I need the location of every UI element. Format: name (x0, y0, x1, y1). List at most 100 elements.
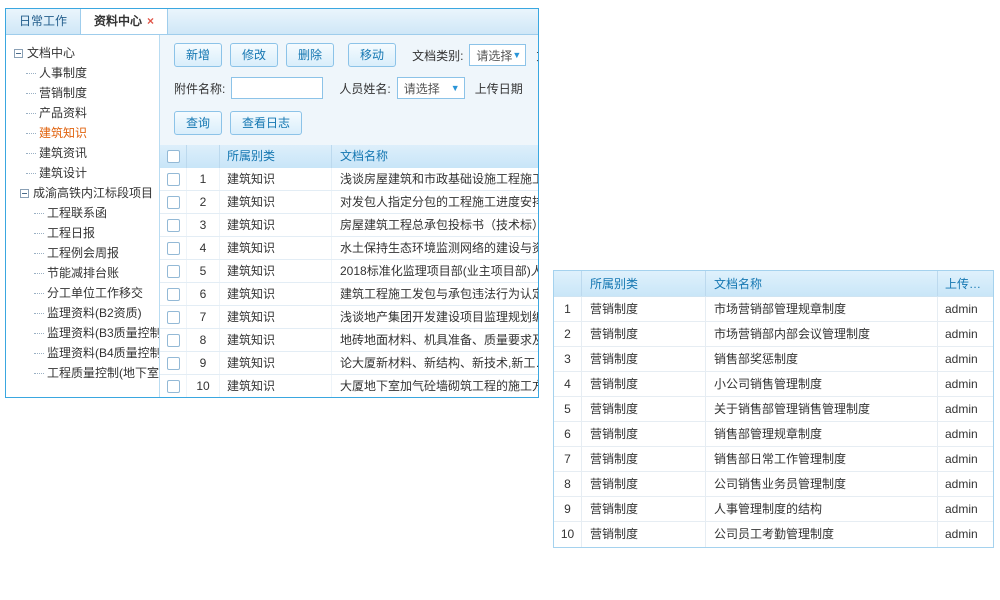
tree-node-supervision-b4[interactable]: 监理资料(B4质量控制) (14, 343, 159, 363)
tree-node-marketing-policy[interactable]: 营销制度 (14, 83, 159, 103)
tree-node-daily-report[interactable]: 工程日报 (14, 223, 159, 243)
row-number: 2 (554, 322, 582, 346)
table-row[interactable]: 5 营销制度 关于销售部管理销售管理制度 admin (554, 397, 993, 422)
document-tree: 文档中心 人事制度 营销制度 产品资料 建筑知识 建筑资讯 建筑设计 成渝高铁内… (6, 35, 160, 397)
tree-node-building-knowledge[interactable]: 建筑知识 (14, 123, 159, 143)
tree-node-project-root[interactable]: 成渝高铁内江标段项目 (14, 183, 159, 203)
row-checkbox[interactable] (167, 173, 180, 186)
close-icon[interactable]: × (147, 14, 154, 28)
row-category: 营销制度 (582, 422, 706, 446)
doc-category-select[interactable]: 请选择 ▼ (469, 44, 526, 66)
row-checkbox[interactable] (167, 357, 180, 370)
tree-node-hr-policy[interactable]: 人事制度 (14, 63, 159, 83)
row-number: 8 (554, 472, 582, 496)
table-row[interactable]: 1 建筑知识 浅谈房屋建筑和市政基础设施工程施工… (160, 168, 538, 191)
marketing-documents-table: 所属别类 文档名称 上传… 1 营销制度 市场营销部管理规章制度 admin 2… (553, 270, 994, 548)
header-number (554, 271, 582, 296)
tree-node-building-news[interactable]: 建筑资讯 (14, 143, 159, 163)
row-doc-name: 市场营销部内部会议管理制度 (706, 322, 938, 346)
table-row[interactable]: 9 建筑知识 论大厦新材料、新结构、新技术,新工… (160, 352, 538, 375)
collapse-icon[interactable] (14, 49, 23, 58)
table-row[interactable]: 2 营销制度 市场营销部内部会议管理制度 admin (554, 322, 993, 347)
table-row[interactable]: 3 营销制度 销售部奖惩制度 admin (554, 347, 993, 372)
row-number: 4 (187, 237, 220, 259)
tree-node-label: 人事制度 (39, 66, 87, 80)
table-row[interactable]: 2 建筑知识 对发包人指定分包的工程施工进度安排… (160, 191, 538, 214)
row-number: 7 (554, 447, 582, 471)
row-doc-name: 大厦地下室加气砼墙砌筑工程的施工方… (332, 375, 538, 397)
tree-node-supervision-b2[interactable]: 监理资料(B2资质) (14, 303, 159, 323)
chevron-down-icon: ▼ (512, 50, 521, 60)
table-header-row: 所属别类 文档名称 (160, 145, 538, 168)
row-doc-name: 对发包人指定分包的工程施工进度安排… (332, 191, 538, 213)
add-button[interactable]: 新增 (174, 43, 222, 67)
row-checkbox[interactable] (167, 380, 180, 393)
select-all-checkbox[interactable] (167, 150, 180, 163)
tree-node-building-design[interactable]: 建筑设计 (14, 163, 159, 183)
row-category: 建筑知识 (220, 352, 332, 374)
header-category: 所属别类 (582, 271, 706, 296)
table-row[interactable]: 5 建筑知识 2018标准化监理项目部(业主项目部)人员… (160, 260, 538, 283)
table-row[interactable]: 10 营销制度 公司员工考勤管理制度 admin (554, 522, 993, 547)
row-uploader: admin (938, 422, 993, 446)
document-table: 所属别类 文档名称 1 建筑知识 浅谈房屋建筑和市政基础设施工程施工… 2 建筑… (160, 145, 538, 397)
query-button[interactable]: 查询 (174, 111, 222, 135)
person-name-select[interactable]: 请选择 ▼ (397, 77, 465, 99)
row-doc-name: 销售部管理规章制度 (706, 422, 938, 446)
tab-daily-work[interactable]: 日常工作 (6, 9, 80, 34)
tree-node-label: 建筑资讯 (39, 146, 87, 160)
table-row[interactable]: 1 营销制度 市场营销部管理规章制度 admin (554, 297, 993, 322)
row-checkbox[interactable] (167, 265, 180, 278)
panel-body: 文档中心 人事制度 营销制度 产品资料 建筑知识 建筑资讯 建筑设计 成渝高铁内… (6, 35, 538, 397)
row-doc-name: 水土保持生态环境监测网络的建设与资… (332, 237, 538, 259)
toolbar-row-2: 附件名称: 人员姓名: 请选择 ▼ 上传日期 (174, 77, 538, 99)
tab-label: 日常工作 (19, 14, 67, 28)
tree-node-project-letter[interactable]: 工程联系函 (14, 203, 159, 223)
collapse-icon[interactable] (20, 189, 29, 198)
table-row[interactable]: 7 营销制度 销售部日常工作管理制度 admin (554, 447, 993, 472)
attachment-name-input[interactable] (231, 77, 323, 99)
table-row[interactable]: 4 营销制度 小公司销售管理制度 admin (554, 372, 993, 397)
tree-node-work-transfer[interactable]: 分工单位工作移交 (14, 283, 159, 303)
row-checkbox[interactable] (167, 196, 180, 209)
row-checkbox[interactable] (167, 334, 180, 347)
tree-node-doc-center[interactable]: 文档中心 (14, 43, 159, 63)
tree-node-weekly-report[interactable]: 工程例会周报 (14, 243, 159, 263)
row-checkbox[interactable] (167, 311, 180, 324)
modify-button[interactable]: 修改 (230, 43, 278, 67)
row-checkbox[interactable] (167, 288, 180, 301)
row-doc-name: 地砖地面材料、机具准备、质量要求及… (332, 329, 538, 351)
row-category: 建筑知识 (220, 237, 332, 259)
move-button[interactable]: 移动 (348, 43, 396, 67)
row-checkbox[interactable] (167, 219, 180, 232)
row-doc-name: 浅谈房屋建筑和市政基础设施工程施工… (332, 168, 538, 190)
row-uploader: admin (938, 472, 993, 496)
table-row[interactable]: 8 建筑知识 地砖地面材料、机具准备、质量要求及… (160, 329, 538, 352)
row-number: 3 (187, 214, 220, 236)
row-number: 6 (187, 283, 220, 305)
row-number: 9 (554, 497, 582, 521)
doc-name-label-clipped: 文档 (536, 47, 538, 64)
row-number: 6 (554, 422, 582, 446)
tree-node-label: 成渝高铁内江标段项目 (33, 186, 153, 200)
table-row[interactable]: 8 营销制度 公司销售业务员管理制度 admin (554, 472, 993, 497)
row-category: 建筑知识 (220, 191, 332, 213)
row-number: 1 (554, 297, 582, 321)
tree-node-quality-basement[interactable]: 工程质量控制(地下室) (14, 363, 159, 383)
view-log-button[interactable]: 查看日志 (230, 111, 302, 135)
row-uploader: admin (938, 397, 993, 421)
tab-data-center[interactable]: 资料中心× (80, 9, 168, 34)
row-checkbox[interactable] (167, 242, 180, 255)
row-uploader: admin (938, 297, 993, 321)
table-row[interactable]: 3 建筑知识 房屋建筑工程总承包投标书（技术标）… (160, 214, 538, 237)
table-row[interactable]: 6 营销制度 销售部管理规章制度 admin (554, 422, 993, 447)
tree-node-energy-ledger[interactable]: 节能减排台账 (14, 263, 159, 283)
tree-node-supervision-b3[interactable]: 监理资料(B3质量控制) (14, 323, 159, 343)
tree-node-product-data[interactable]: 产品资料 (14, 103, 159, 123)
table-row[interactable]: 9 营销制度 人事管理制度的结构 admin (554, 497, 993, 522)
table-row[interactable]: 6 建筑知识 建筑工程施工发包与承包违法行为认定… (160, 283, 538, 306)
delete-button[interactable]: 删除 (286, 43, 334, 67)
table-row[interactable]: 4 建筑知识 水土保持生态环境监测网络的建设与资… (160, 237, 538, 260)
table-row[interactable]: 10 建筑知识 大厦地下室加气砼墙砌筑工程的施工方… (160, 375, 538, 397)
table-row[interactable]: 7 建筑知识 浅谈地产集团开发建设项目监理规划编… (160, 306, 538, 329)
